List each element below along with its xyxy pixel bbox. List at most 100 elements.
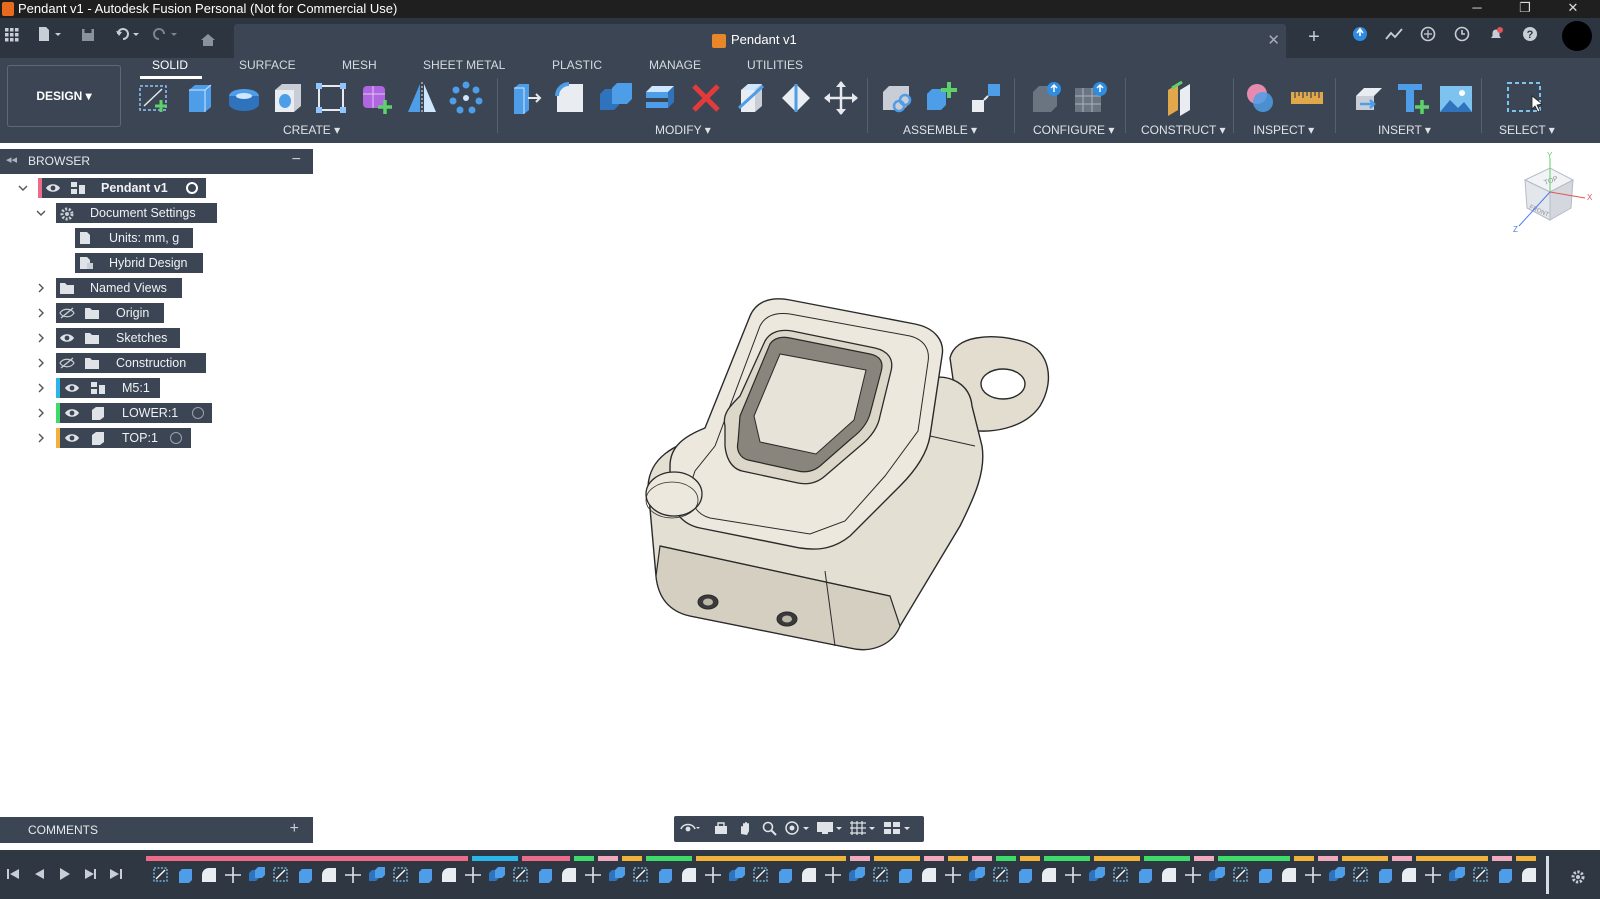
configure-table-icon[interactable] — [1029, 80, 1065, 116]
timeline-feature-extrude-icon[interactable] — [536, 866, 554, 884]
timeline-feature-extrude-icon[interactable] — [176, 866, 194, 884]
expand-chevron-right-icon[interactable] — [34, 432, 48, 446]
timeline-feature-move-icon[interactable] — [944, 866, 962, 884]
timeline-feature-move-icon[interactable] — [1424, 866, 1442, 884]
timeline-feature-combine-icon[interactable] — [1088, 866, 1106, 884]
hidden-eye-icon[interactable] — [59, 356, 75, 370]
redo-icon[interactable] — [150, 26, 182, 48]
viewcube[interactable]: TOP FRONT Y X Z — [1505, 150, 1600, 240]
visibility-eye-icon[interactable] — [64, 381, 80, 395]
browser-item-top-component[interactable]: TOP:1 — [56, 428, 191, 448]
expand-chevron-right-icon[interactable] — [34, 282, 48, 296]
timeline-feature-sketch-icon[interactable] — [1472, 866, 1490, 884]
save-icon[interactable] — [78, 26, 98, 48]
timeline-feature-sketch-icon[interactable] — [152, 866, 170, 884]
expand-chevron-right-icon[interactable] — [34, 407, 48, 421]
timeline-feature-fillet-icon[interactable] — [920, 866, 938, 884]
timeline-feature-fillet-icon[interactable] — [560, 866, 578, 884]
group-configure-label[interactable]: CONFIGURE ▾ — [1033, 123, 1114, 137]
hidden-eye-icon[interactable] — [59, 306, 75, 320]
clock-icon[interactable] — [1451, 26, 1473, 48]
extrude-icon[interactable] — [181, 80, 217, 116]
document-tab[interactable]: Pendant v1 ✕ — [234, 24, 1286, 58]
fillet-icon[interactable] — [553, 80, 589, 116]
timeline-feature-extrude-icon[interactable] — [1256, 866, 1274, 884]
timeline-feature-fillet-icon[interactable] — [1160, 866, 1178, 884]
visibility-eye-icon[interactable] — [64, 431, 80, 445]
restore-button[interactable]: ❐ — [1502, 0, 1548, 18]
activate-radio-icon[interactable] — [192, 407, 204, 419]
timeline-feature-sketch-icon[interactable] — [632, 866, 650, 884]
expand-chevron-right-icon[interactable] — [34, 382, 48, 396]
group-create-label[interactable]: CREATE ▾ — [283, 123, 340, 137]
browser-item-root-component[interactable]: Pendant v1 — [38, 178, 206, 198]
data-panel-grid-icon[interactable] — [2, 26, 22, 48]
measure-ruler-icon[interactable] — [1289, 80, 1325, 116]
timeline-feature-extrude-icon[interactable] — [896, 866, 914, 884]
timeline-feature-sketch-icon[interactable] — [1352, 866, 1370, 884]
timeline-feature-fillet-icon[interactable] — [800, 866, 818, 884]
timeline-feature-move-icon[interactable] — [1304, 866, 1322, 884]
activate-radio-icon[interactable] — [186, 182, 198, 194]
tab-sheet-metal[interactable]: SHEET METAL — [423, 58, 505, 72]
activate-radio-icon[interactable] — [170, 432, 182, 444]
timeline-feature-fillet-icon[interactable] — [680, 866, 698, 884]
file-menu-icon[interactable] — [34, 26, 66, 48]
hole-icon[interactable] — [270, 80, 306, 116]
expand-chevron-down-icon[interactable] — [34, 207, 48, 221]
group-inspect-label[interactable]: INSPECT ▾ — [1253, 123, 1314, 137]
rectangular-pattern-sketch-icon[interactable] — [313, 80, 349, 116]
timeline-feature-move-icon[interactable] — [1184, 866, 1202, 884]
browser-item-units[interactable]: Units: mm, g — [75, 228, 193, 248]
group-insert-label[interactable]: INSERT ▾ — [1378, 123, 1431, 137]
timeline-feature-extrude-icon[interactable] — [1016, 866, 1034, 884]
timeline-feature-fillet-icon[interactable] — [1520, 866, 1538, 884]
timeline-feature-combine-icon[interactable] — [488, 866, 506, 884]
browser-minimize-icon[interactable]: − — [292, 151, 301, 169]
insert-derive-icon[interactable] — [1350, 80, 1386, 116]
tab-manage[interactable]: MANAGE — [649, 58, 701, 72]
grid-snap-icon[interactable] — [848, 820, 878, 838]
document-tab-close-icon[interactable]: ✕ — [1267, 31, 1280, 49]
offset-plane-icon[interactable] — [1162, 80, 1198, 116]
timeline-feature-sketch-icon[interactable] — [992, 866, 1010, 884]
timeline-feature-move-icon[interactable] — [1064, 866, 1082, 884]
tab-surface[interactable]: SURFACE — [239, 58, 296, 72]
browser-item-origin[interactable]: Origin — [56, 303, 164, 323]
timeline-go-to-end-icon[interactable] — [107, 867, 125, 885]
timeline-feature-combine-icon[interactable] — [968, 866, 986, 884]
timeline-feature-fillet-icon[interactable] — [200, 866, 218, 884]
timeline-feature-sketch-icon[interactable] — [752, 866, 770, 884]
timeline-step-back-icon[interactable] — [30, 867, 48, 885]
timeline-feature-move-icon[interactable] — [344, 866, 362, 884]
timeline-settings-gear-icon[interactable] — [1570, 869, 1586, 890]
move-copy-icon[interactable] — [823, 80, 859, 116]
new-component-link-icon[interactable] — [879, 80, 915, 116]
group-construct-label[interactable]: CONSTRUCT ▾ — [1141, 123, 1225, 137]
timeline-feature-extrude-icon[interactable] — [776, 866, 794, 884]
display-settings-icon[interactable] — [815, 820, 845, 838]
zoom-icon[interactable] — [760, 820, 778, 838]
online-status-icon[interactable] — [1417, 26, 1439, 48]
expand-chevron-right-icon[interactable] — [34, 357, 48, 371]
delete-red-x-icon[interactable] — [688, 80, 724, 116]
look-at-icon[interactable] — [712, 820, 730, 838]
create-sketch-icon[interactable] — [136, 80, 172, 116]
workspace-switcher-button[interactable]: DESIGN ▾ — [7, 65, 121, 127]
new-component-icon[interactable] — [923, 80, 959, 116]
expand-chevron-down-icon[interactable] — [16, 182, 30, 196]
user-avatar[interactable] — [1562, 21, 1592, 51]
timeline-feature-fillet-icon[interactable] — [1280, 866, 1298, 884]
visibility-eye-icon[interactable] — [64, 406, 80, 420]
timeline-feature-move-icon[interactable] — [824, 866, 842, 884]
timeline-feature-extrude-icon[interactable] — [1496, 866, 1514, 884]
timeline-feature-combine-icon[interactable] — [1208, 866, 1226, 884]
timeline-feature-sketch-icon[interactable] — [872, 866, 890, 884]
pan-hand-icon[interactable] — [736, 820, 754, 838]
viewports-layout-icon[interactable] — [881, 820, 915, 838]
group-assemble-label[interactable]: ASSEMBLE ▾ — [903, 123, 977, 137]
insert-canvas-image-icon[interactable] — [1438, 80, 1474, 116]
job-status-icon[interactable] — [1383, 26, 1405, 48]
timeline-feature-sketch-icon[interactable] — [392, 866, 410, 884]
timeline-feature-move-icon[interactable] — [464, 866, 482, 884]
